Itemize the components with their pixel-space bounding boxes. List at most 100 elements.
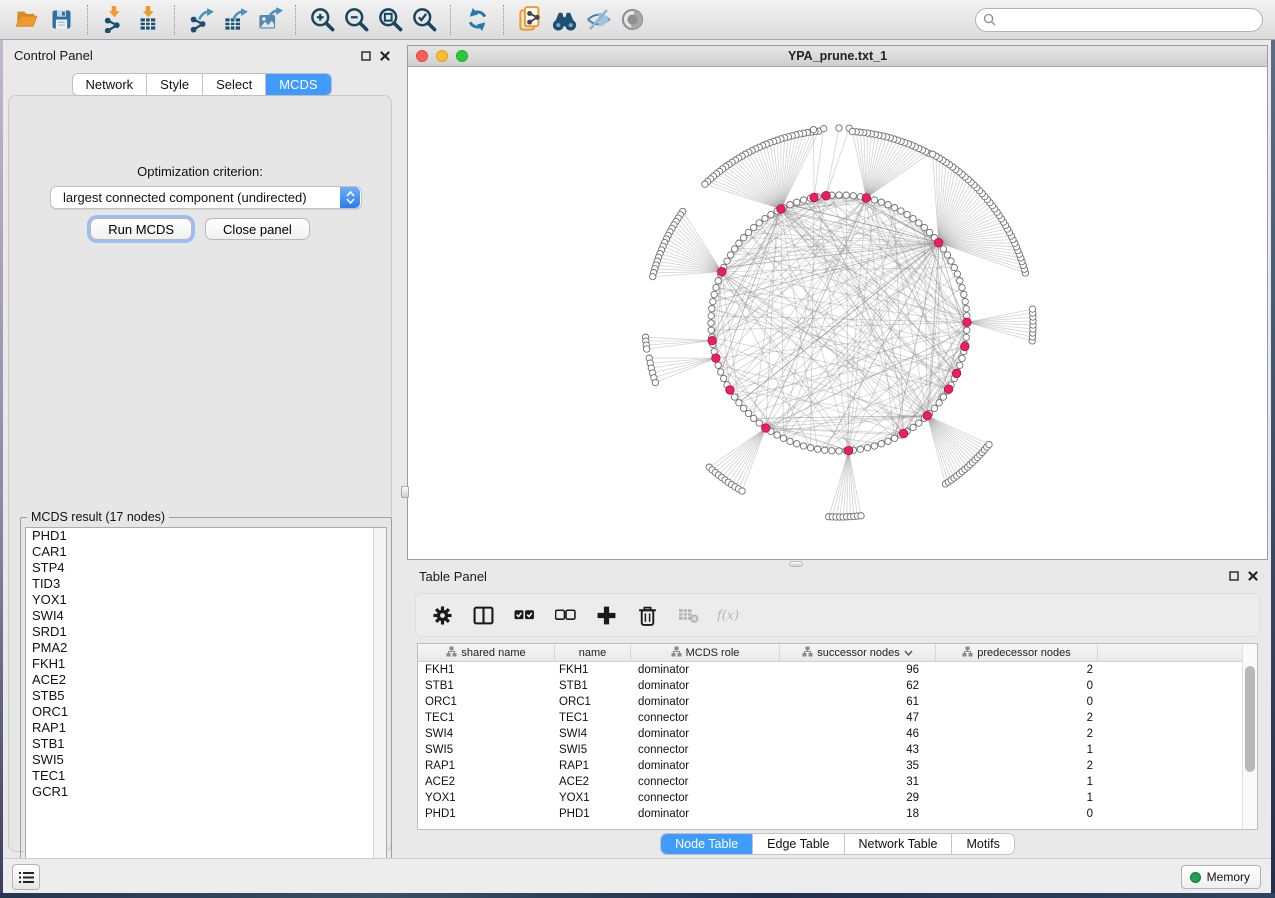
result-node-item[interactable]: YOX1 — [26, 592, 386, 608]
tab-network-table[interactable]: Network Table — [845, 834, 953, 854]
column-header-name[interactable]: name — [555, 644, 631, 661]
float-panel-icon[interactable] — [361, 50, 371, 64]
close-panel-button[interactable]: Close panel — [205, 218, 310, 240]
search-network-icon[interactable] — [547, 4, 581, 36]
result-node-item[interactable]: CAR1 — [26, 544, 386, 560]
toolbar-separator — [503, 5, 504, 35]
network-window-titlebar: YPA_prune.txt_1 — [408, 46, 1267, 67]
table-row[interactable]: SWI4SWI4dominator462 — [418, 726, 1257, 742]
result-node-item[interactable]: ORC1 — [26, 704, 386, 720]
result-node-item[interactable]: RAP1 — [26, 720, 386, 736]
tab-motifs[interactable]: Motifs — [952, 834, 1013, 854]
import-network-icon[interactable] — [97, 4, 131, 36]
refresh-icon[interactable] — [460, 4, 494, 36]
control-panel: Control Panel NetworkStyleSelectMCDS Opt… — [3, 45, 400, 858]
column-header-successor-nodes[interactable]: successor nodes — [780, 644, 936, 661]
result-node-item[interactable]: TEC1 — [26, 768, 386, 784]
export-network-icon[interactable] — [184, 4, 218, 36]
zoom-fit-icon[interactable] — [373, 4, 407, 36]
table-cell: 1 — [936, 776, 1098, 788]
select-all-icon[interactable] — [512, 603, 536, 627]
table-row[interactable]: ORC1ORC1dominator610 — [418, 694, 1257, 710]
table-row[interactable]: FKH1FKH1dominator962 — [418, 662, 1257, 678]
table-cell: dominator — [631, 808, 780, 820]
save-session-icon[interactable] — [44, 4, 78, 36]
column-header-predecessor-nodes[interactable]: predecessor nodes — [936, 644, 1098, 661]
deselect-all-icon[interactable] — [553, 603, 577, 627]
status-bar: Memory — [3, 858, 1271, 893]
gear-icon[interactable] — [430, 603, 454, 627]
table-panel-title: Table Panel — [419, 569, 487, 584]
result-node-item[interactable]: STB1 — [26, 736, 386, 752]
result-node-item[interactable]: SRD1 — [26, 624, 386, 640]
table-cell: dominator — [631, 680, 780, 692]
tab-node-table[interactable]: Node Table — [661, 834, 753, 854]
task-history-button[interactable] — [12, 864, 40, 890]
result-node-item[interactable]: GCR1 — [26, 784, 386, 800]
result-list-scrollbar[interactable] — [373, 528, 386, 883]
tab-select[interactable]: Select — [203, 74, 266, 95]
export-image-icon[interactable] — [252, 4, 286, 36]
import-table-icon[interactable] — [131, 4, 165, 36]
vertical-splitter-handle[interactable] — [401, 486, 409, 498]
table-row[interactable]: SWI5SWI5connector431 — [418, 742, 1257, 758]
table-scrollbar[interactable] — [1242, 644, 1257, 829]
table-cell: YOX1 — [555, 792, 631, 804]
optimization-criterion-select[interactable]: largest connected component (undirected) — [50, 186, 362, 209]
result-node-item[interactable]: SWI5 — [26, 752, 386, 768]
toolbar-separator — [87, 5, 88, 35]
horizontal-splitter-handle[interactable] — [789, 561, 803, 567]
run-mcds-button[interactable]: Run MCDS — [90, 218, 192, 240]
zoom-selected-icon[interactable] — [407, 4, 441, 36]
column-header-MCDS-role[interactable]: MCDS role — [631, 644, 780, 661]
table-scrollbar-thumb[interactable] — [1245, 666, 1255, 772]
columns-icon[interactable] — [471, 603, 495, 627]
table-row[interactable]: YOX1YOX1connector291 — [418, 790, 1257, 806]
table-row[interactable]: RAP1RAP1dominator352 — [418, 758, 1257, 774]
result-node-item[interactable]: PMA2 — [26, 640, 386, 656]
table-row[interactable]: STB1STB1dominator620 — [418, 678, 1257, 694]
memory-button[interactable]: Memory — [1181, 865, 1261, 889]
result-node-item[interactable]: ACE2 — [26, 672, 386, 688]
table-cell: connector — [631, 792, 780, 804]
delete-icon[interactable] — [635, 603, 659, 627]
hide-panels-icon[interactable] — [581, 4, 615, 36]
close-table-panel-icon[interactable] — [1248, 570, 1258, 584]
column-header-shared-name[interactable]: shared name — [418, 644, 555, 661]
tab-edge-table[interactable]: Edge Table — [753, 834, 844, 854]
zoom-in-icon[interactable] — [305, 4, 339, 36]
column-type-icon — [962, 646, 973, 660]
table-cell: SWI5 — [418, 744, 555, 756]
result-node-item[interactable]: SWI4 — [26, 608, 386, 624]
result-node-item[interactable]: STP4 — [26, 560, 386, 576]
show-eye-icon[interactable] — [615, 4, 649, 36]
open-file-icon[interactable] — [10, 4, 44, 36]
share-document-icon[interactable] — [513, 4, 547, 36]
table-panel: Table Panel f(x) shared namenameMCDS rol… — [407, 566, 1268, 853]
network-canvas[interactable] — [408, 67, 1267, 559]
search-input[interactable] — [975, 8, 1263, 32]
table-cell: FKH1 — [555, 664, 631, 676]
result-node-item[interactable]: FKH1 — [26, 656, 386, 672]
sort-descending-icon — [904, 647, 913, 659]
table-cell: dominator — [631, 664, 780, 676]
table-cell: 47 — [780, 712, 936, 724]
mcds-result-title: MCDS result (17 nodes) — [27, 510, 169, 524]
table-row[interactable]: ACE2ACE2connector311 — [418, 774, 1257, 790]
column-type-icon — [671, 646, 682, 660]
result-node-item[interactable]: PHD1 — [26, 528, 386, 544]
column-type-icon — [446, 646, 457, 660]
result-node-item[interactable]: STB5 — [26, 688, 386, 704]
float-table-panel-icon[interactable] — [1229, 570, 1239, 584]
export-table-icon[interactable] — [218, 4, 252, 36]
close-panel-icon[interactable] — [380, 50, 390, 64]
tab-network[interactable]: Network — [72, 74, 147, 95]
result-node-item[interactable]: TID3 — [26, 576, 386, 592]
tab-mcds[interactable]: MCDS — [266, 74, 330, 95]
toolbar-separator — [450, 5, 451, 35]
table-row[interactable]: PHD1PHD1dominator180 — [418, 806, 1257, 822]
table-row[interactable]: TEC1TEC1connector472 — [418, 710, 1257, 726]
zoom-out-icon[interactable] — [339, 4, 373, 36]
tab-style[interactable]: Style — [147, 74, 203, 95]
add-icon[interactable] — [594, 603, 618, 627]
